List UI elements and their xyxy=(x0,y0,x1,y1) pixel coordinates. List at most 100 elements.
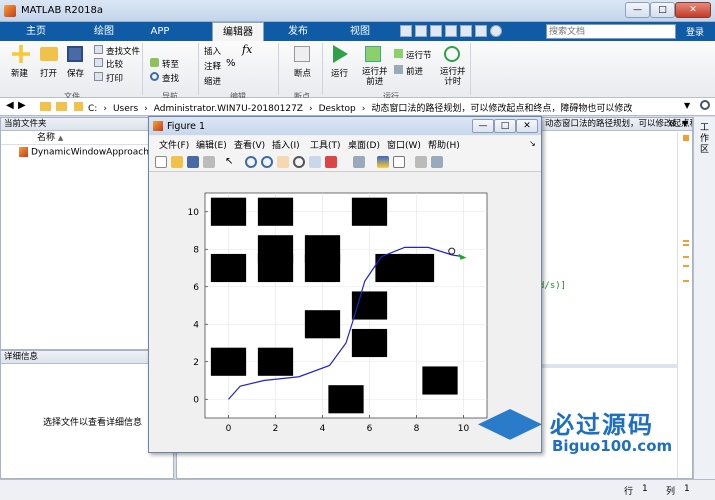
figure-title-bar[interactable]: Figure 1 — □ ✕ xyxy=(149,117,541,135)
link-plot-icon[interactable] xyxy=(353,156,365,168)
tab-2[interactable]: APP xyxy=(140,22,180,41)
forward-icon[interactable]: ▶ xyxy=(18,100,26,111)
breadcrumb-item[interactable]: Administrator.WIN7U-20180127Z xyxy=(154,104,303,114)
warning-marker[interactable] xyxy=(683,265,689,267)
row-label: 行 xyxy=(624,487,634,497)
save-disk-icon[interactable] xyxy=(67,46,83,62)
col-value: 1 xyxy=(684,484,690,494)
new-figure-icon[interactable] xyxy=(155,156,167,168)
warning-marker[interactable] xyxy=(683,280,689,282)
address-bar[interactable]: ◀ ▶ C: › Users › Administrator.WIN7U-2018012… xyxy=(0,98,715,116)
comment-button[interactable]: 注释 xyxy=(204,60,221,72)
pan-hand-icon[interactable] xyxy=(277,156,289,168)
data-cursor-icon[interactable] xyxy=(309,156,321,168)
show-plot-tools-icon[interactable] xyxy=(431,156,443,168)
browse-folder-icon[interactable] xyxy=(56,102,67,111)
figure-minimize-button[interactable]: — xyxy=(472,119,494,133)
run-advance-button[interactable]: 运行并 前进 xyxy=(362,67,388,87)
find-files-button[interactable]: 查找文件 xyxy=(106,45,140,57)
watermark-title: 必过源码 xyxy=(550,411,654,439)
menu-insert[interactable]: 插入(I) xyxy=(272,138,300,151)
minimize-button[interactable]: — xyxy=(625,2,650,18)
legend-icon[interactable] xyxy=(393,156,405,168)
indent-button[interactable]: 缩进 xyxy=(204,75,221,87)
quick-access-toolbar[interactable] xyxy=(400,25,540,38)
print-figure-icon[interactable] xyxy=(203,156,215,168)
print-button[interactable]: 打印 xyxy=(106,72,123,84)
search-docs-input[interactable] xyxy=(546,24,676,39)
run-advance-icon[interactable] xyxy=(365,46,381,62)
warning-marker[interactable] xyxy=(683,240,689,242)
new-button[interactable]: 新建 xyxy=(11,67,28,79)
warning-marker[interactable] xyxy=(683,256,689,258)
dock-icon[interactable]: ↘ xyxy=(529,139,536,148)
zoom-out-icon[interactable] xyxy=(261,156,273,168)
tab-4[interactable]: 发布 xyxy=(278,22,318,41)
warning-marker[interactable] xyxy=(683,135,689,141)
figure-close-button[interactable]: ✕ xyxy=(516,119,538,133)
menu-view[interactable]: 查看(V) xyxy=(234,138,265,151)
brush-icon[interactable] xyxy=(325,156,337,168)
command-window-divider[interactable] xyxy=(541,364,678,368)
menu-help[interactable]: 帮助(H) xyxy=(428,138,460,151)
run-section-button[interactable]: 运行节 xyxy=(406,49,432,61)
percent-icon[interactable]: % xyxy=(226,58,236,69)
advance-button[interactable]: 前进 xyxy=(406,65,423,77)
compare-button[interactable]: 比较 xyxy=(106,58,123,70)
insert-button[interactable]: 插入 xyxy=(204,45,221,57)
breakpoints-icon[interactable] xyxy=(294,46,310,62)
breakpoints-button[interactable]: 断点 xyxy=(294,67,311,79)
save-figure-icon[interactable] xyxy=(187,156,199,168)
run-button[interactable]: 运行 xyxy=(331,67,348,79)
tab-0[interactable]: 主页 xyxy=(16,22,56,41)
paste-icon[interactable] xyxy=(445,25,457,37)
pointer-icon[interactable]: ↖ xyxy=(225,156,237,168)
undo-icon[interactable] xyxy=(460,25,472,37)
figure-maximize-button[interactable]: □ xyxy=(494,119,516,133)
maximize-button[interactable]: □ xyxy=(650,2,675,18)
back-icon[interactable]: ◀ xyxy=(6,100,14,111)
rotate-icon[interactable] xyxy=(293,156,305,168)
copy-icon[interactable] xyxy=(430,25,442,37)
code-line[interactable]: d/s)] xyxy=(539,281,566,291)
redo-icon[interactable] xyxy=(475,25,487,37)
editor-close-icon[interactable]: ⊗ xyxy=(669,119,677,129)
save-icon[interactable] xyxy=(400,25,412,37)
breadcrumb-item[interactable]: Desktop xyxy=(319,104,356,114)
open-folder-icon[interactable] xyxy=(40,47,58,61)
open-file-icon[interactable] xyxy=(171,156,183,168)
y-tick-label: 6 xyxy=(193,283,199,293)
breadcrumb-item[interactable]: C: xyxy=(88,104,97,114)
breadcrumb-item[interactable]: Users xyxy=(113,104,138,114)
editor-options-icon[interactable]: ▼ xyxy=(682,119,688,128)
find-button[interactable]: 查找 xyxy=(162,72,179,84)
menu-file[interactable]: 文件(F) xyxy=(159,138,189,151)
run-time-button[interactable]: 运行并 计时 xyxy=(440,67,466,87)
save-button[interactable]: 保存 xyxy=(67,67,84,79)
menu-tools[interactable]: 工具(T) xyxy=(310,138,341,151)
warning-marker[interactable] xyxy=(683,244,689,246)
menu-desktop[interactable]: 桌面(D) xyxy=(348,138,380,151)
zoom-in-icon[interactable] xyxy=(245,156,257,168)
colorbar-icon[interactable] xyxy=(377,156,389,168)
fx-icon[interactable]: fx xyxy=(242,43,252,56)
tab-1[interactable]: 绘图 xyxy=(84,22,124,41)
goto-button[interactable]: 转至 xyxy=(162,58,179,70)
tab-5[interactable]: 视图 xyxy=(340,22,380,41)
tab-3[interactable]: 编辑器 xyxy=(212,22,264,41)
address-search-icon[interactable] xyxy=(700,100,710,110)
cut-icon[interactable] xyxy=(415,25,427,37)
up-folder-icon[interactable] xyxy=(40,102,51,111)
address-dropdown-icon[interactable]: ▼ xyxy=(684,101,690,110)
hide-plot-tools-icon[interactable] xyxy=(415,156,427,168)
run-time-icon[interactable] xyxy=(444,46,460,62)
menu-edit[interactable]: 编辑(E) xyxy=(196,138,227,151)
run-icon[interactable] xyxy=(333,45,348,63)
help-icon[interactable] xyxy=(490,25,502,37)
login-link[interactable]: 登录 xyxy=(686,25,704,38)
open-button[interactable]: 打开 xyxy=(40,67,57,79)
new-icon[interactable] xyxy=(12,45,30,63)
menu-window[interactable]: 窗口(W) xyxy=(387,138,421,151)
breadcrumb-item[interactable]: 动态窗口法的路径规划，可以修改起点和终点，障碍物也可以修改 xyxy=(371,104,632,114)
close-button[interactable]: ✕ xyxy=(675,2,711,18)
